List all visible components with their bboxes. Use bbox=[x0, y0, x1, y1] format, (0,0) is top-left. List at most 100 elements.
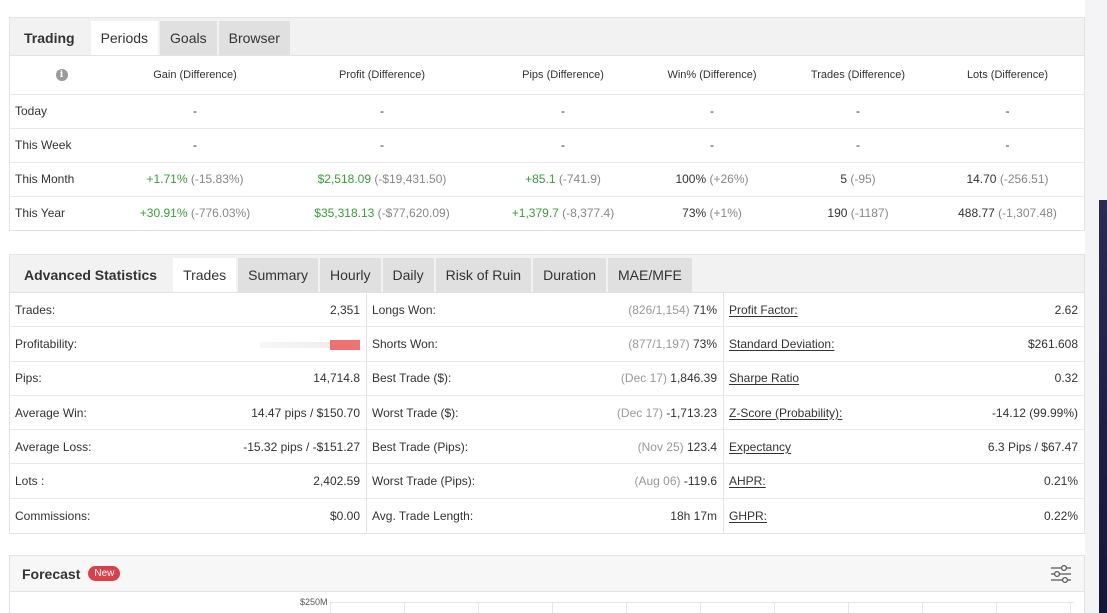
stat-row: Expectancy 6.3 Pips / $67.47 bbox=[724, 430, 1084, 465]
stat-value: 2,351 bbox=[329, 302, 360, 317]
col-header-profit: Profit (Difference) bbox=[277, 56, 487, 95]
period-value: 100% bbox=[675, 172, 707, 186]
stat-label: Worst Trade (Pips): bbox=[372, 474, 476, 489]
period-cell: - bbox=[487, 128, 639, 163]
period-cell: - bbox=[487, 94, 639, 129]
forecast-panel: Forecast New $250M bbox=[9, 555, 1085, 613]
stat-value-wrap: 0.32 bbox=[1055, 371, 1078, 385]
period-cell: - bbox=[785, 94, 931, 129]
stat-value-wrap: 18h 17m bbox=[670, 509, 717, 523]
tab-periods[interactable]: Periods bbox=[90, 21, 159, 55]
stat-value-wrap: (Dec 17) 1,846.39 bbox=[621, 371, 717, 385]
tab-browser[interactable]: Browser bbox=[218, 21, 290, 55]
period-value: 14.70 bbox=[966, 172, 997, 186]
stat-row: Commissions: $0.00 bbox=[10, 499, 366, 533]
stat-detail: (Dec 17) bbox=[616, 405, 663, 420]
period-difference: (-1187) bbox=[850, 206, 889, 221]
stat-label: Lots : bbox=[15, 474, 45, 489]
period-difference: (-$19,431.50) bbox=[374, 172, 447, 186]
periods-row: Today - - - - - - bbox=[10, 94, 1084, 129]
period-cell: 190 (-1187) bbox=[785, 196, 931, 230]
stat-label[interactable]: AHPR: bbox=[729, 474, 766, 488]
stat-label[interactable]: Expectancy bbox=[729, 440, 791, 454]
stat-label[interactable]: Z-Score (Probability): bbox=[729, 406, 842, 420]
period-cell: 488.77 (-1,307.48) bbox=[931, 196, 1084, 230]
tab-summary[interactable]: Summary bbox=[238, 258, 319, 292]
stats-column-3: Profit Factor: 2.62 Standard Deviation: $26… bbox=[724, 293, 1084, 533]
stat-label: Avg. Trade Length: bbox=[372, 508, 474, 523]
stat-row: Profitability: bbox=[10, 327, 366, 362]
tab-trades[interactable]: Trades bbox=[173, 258, 237, 292]
period-value: - bbox=[561, 104, 565, 118]
profitability-bar bbox=[330, 339, 360, 350]
period-value: - bbox=[380, 138, 384, 152]
tab-goals[interactable]: Goals bbox=[160, 21, 217, 55]
tab-mae-mfe[interactable]: MAE/MFE bbox=[608, 258, 692, 292]
tab-risk-of-ruin[interactable]: Risk of Ruin bbox=[435, 258, 532, 292]
period-difference: (-95) bbox=[850, 172, 876, 186]
period-cell: - bbox=[785, 128, 931, 163]
stat-value: 2.62 bbox=[1054, 302, 1078, 317]
period-difference: (-776.03%) bbox=[190, 206, 251, 221]
stat-value-wrap: $0.00 bbox=[330, 509, 360, 523]
period-value: - bbox=[1005, 104, 1010, 118]
stat-value-wrap: 2,351 bbox=[330, 303, 360, 317]
period-value: 190 bbox=[827, 206, 848, 221]
stat-value: 71% bbox=[692, 302, 717, 317]
period-difference: (+1%) bbox=[709, 206, 742, 221]
stat-row: Standard Deviation: $261.608 bbox=[724, 327, 1084, 362]
period-value: - bbox=[710, 104, 714, 118]
tab-daily[interactable]: Daily bbox=[382, 258, 434, 292]
period-cell: 73% (+1%) bbox=[639, 196, 785, 230]
stat-label: Worst Trade ($): bbox=[372, 405, 459, 420]
tab-duration[interactable]: Duration bbox=[533, 258, 607, 292]
stat-row: Profit Factor: 2.62 bbox=[724, 293, 1084, 328]
stat-row: Best Trade ($): (Dec 17) 1,846.39 bbox=[367, 362, 723, 396]
period-label: This Month bbox=[10, 162, 113, 197]
stat-row: Worst Trade ($): (Dec 17) -1,713.23 bbox=[367, 396, 723, 431]
stat-label[interactable]: Sharpe Ratio bbox=[729, 371, 799, 385]
period-value: - bbox=[193, 104, 197, 118]
trading-title: Trading bbox=[24, 30, 75, 46]
stat-value: $261.608 bbox=[1027, 336, 1078, 351]
period-cell: +1.71% (-15.83%) bbox=[113, 162, 277, 197]
period-cell: 5 (-95) bbox=[785, 162, 931, 197]
forecast-chart-area: $250M bbox=[10, 592, 1084, 613]
stat-label[interactable]: Profit Factor: bbox=[729, 303, 798, 317]
period-label: This Year bbox=[15, 206, 66, 221]
stat-value-wrap: $261.608 bbox=[1028, 337, 1078, 351]
period-value: - bbox=[856, 104, 860, 118]
stat-label: Commissions: bbox=[15, 508, 91, 523]
col-header-win: Win% (Difference) bbox=[639, 56, 785, 95]
period-cell: - bbox=[113, 128, 277, 163]
stat-value: $0.00 bbox=[329, 508, 360, 523]
col-header-trades: Trades (Difference) bbox=[785, 56, 931, 95]
stat-detail: (Aug 06) bbox=[634, 474, 681, 489]
period-value: 73% bbox=[682, 206, 707, 221]
stat-detail: (Dec 17) bbox=[620, 371, 667, 386]
profitability-blur bbox=[260, 341, 330, 348]
period-difference: (+26%) bbox=[709, 172, 749, 186]
period-cell: - bbox=[931, 94, 1084, 129]
info-icon[interactable]: i bbox=[55, 69, 68, 82]
stat-detail: (826/1,154) bbox=[628, 302, 690, 317]
stat-label[interactable]: Standard Deviation: bbox=[729, 337, 834, 351]
stat-row: Avg. Trade Length: 18h 17m bbox=[367, 499, 723, 533]
stat-label[interactable]: GHPR: bbox=[729, 509, 767, 523]
period-cell: - bbox=[639, 128, 785, 163]
period-value: $35,318.13 bbox=[314, 206, 375, 221]
period-label: Today bbox=[10, 94, 113, 129]
periods-header-row: i Gain (Difference) Profit (Difference) … bbox=[10, 56, 1084, 95]
stat-label: Best Trade (Pips): bbox=[372, 439, 469, 454]
period-cell: +30.91% (-776.03%) bbox=[113, 196, 277, 230]
stat-value-wrap: -14.12 (99.99%) bbox=[992, 406, 1078, 420]
stat-value-wrap: (877/1,197) 73% bbox=[628, 337, 717, 351]
period-value: +1.71% bbox=[146, 172, 188, 186]
stat-value-wrap: (826/1,154) 71% bbox=[628, 303, 717, 317]
stat-value-wrap: (Aug 06) -119.6 bbox=[634, 474, 717, 488]
tab-hourly[interactable]: Hourly bbox=[320, 258, 381, 292]
stat-value: 123.4 bbox=[686, 439, 717, 454]
period-cell: - bbox=[277, 128, 487, 163]
periods-row: This Week - - - - - - bbox=[10, 128, 1084, 163]
sliders-icon[interactable] bbox=[1050, 564, 1072, 587]
